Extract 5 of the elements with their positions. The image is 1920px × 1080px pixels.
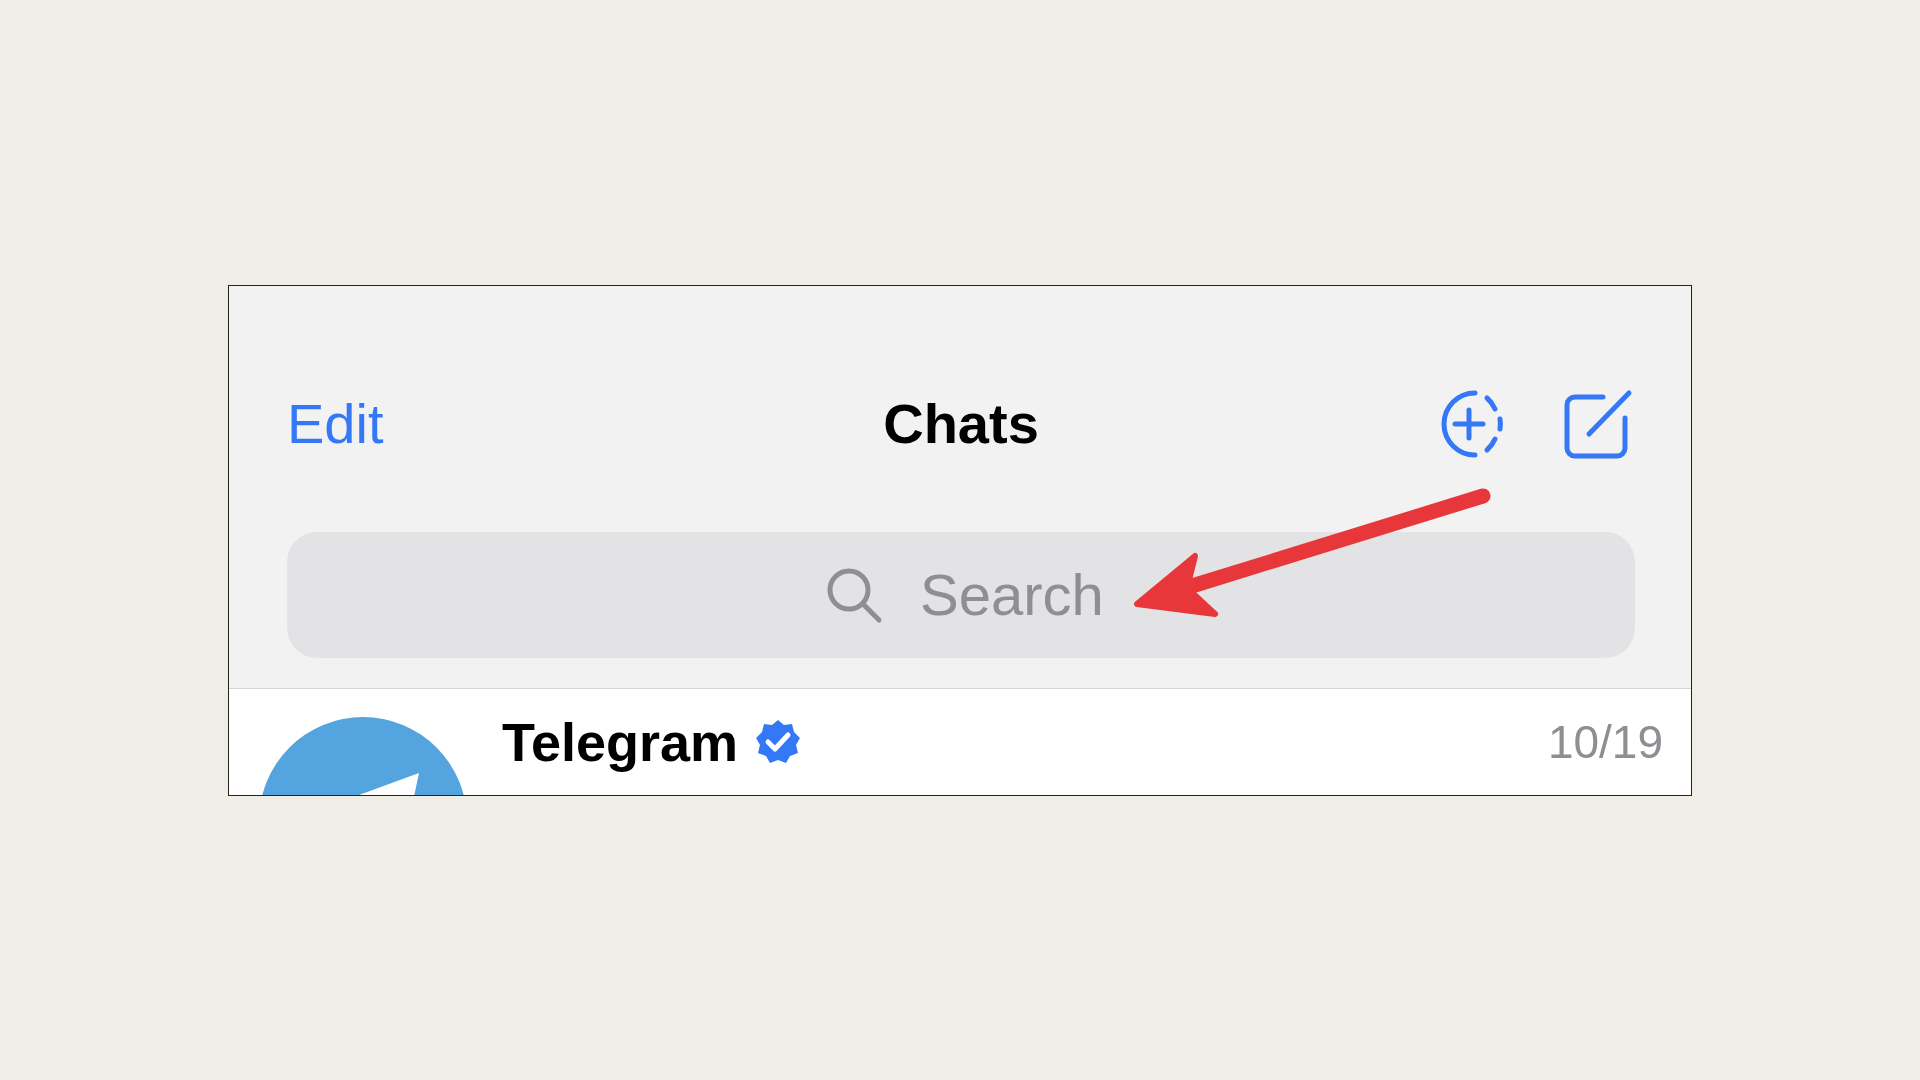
screen-title: Chats [883,391,1039,456]
edit-button[interactable]: Edit [287,391,384,456]
chat-name: Telegram [502,710,739,773]
chat-date: 10/19 [1547,714,1663,769]
search-field[interactable]: Search [287,531,1635,658]
